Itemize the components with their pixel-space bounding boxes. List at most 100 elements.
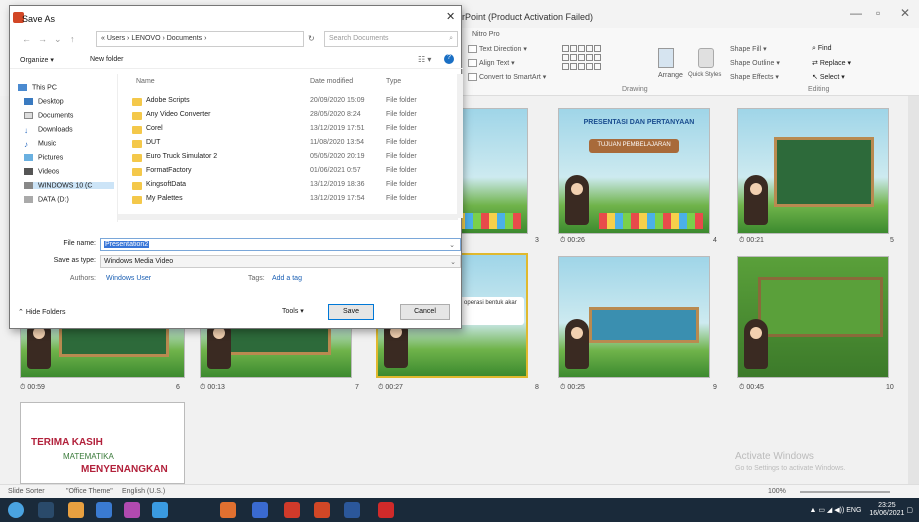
slide-timing: ⏱ 00:59 bbox=[20, 384, 45, 391]
list-item[interactable]: FormatFactory 01/06/2021 0:57 File folder bbox=[124, 166, 454, 178]
list-item[interactable]: Any Video Converter 28/05/2020 8:24 File f… bbox=[124, 110, 454, 122]
help-icon[interactable]: ? bbox=[444, 54, 454, 64]
column-header-type[interactable]: Type bbox=[386, 78, 401, 85]
forward-icon[interactable]: → bbox=[38, 34, 47, 44]
file-list-scrollbar[interactable] bbox=[457, 74, 463, 218]
folder-icon bbox=[132, 112, 142, 120]
character-image bbox=[565, 319, 589, 369]
find-button[interactable]: ⌕ Find bbox=[812, 45, 832, 53]
text-direction-button[interactable]: Text Direction ▾ bbox=[468, 45, 527, 54]
select-button[interactable]: ↖ Select ▾ bbox=[812, 73, 845, 81]
sidebar-item-videos[interactable]: Videos bbox=[24, 168, 59, 175]
word-icon[interactable] bbox=[344, 502, 360, 518]
search-input[interactable]: Search Documents ⌕ bbox=[324, 31, 458, 47]
slide-thumbnail[interactable] bbox=[558, 256, 710, 378]
authors-field[interactable]: Windows User bbox=[106, 275, 151, 282]
filename-label: File name: bbox=[63, 240, 96, 247]
taskbar: ▲ ▭ ◢ ◀)) ENG 23:25 16/06/2021 ▢ bbox=[0, 498, 919, 522]
sidebar-item-music[interactable]: ♪ Music bbox=[24, 140, 56, 149]
quick-styles-button[interactable]: Quick Styles bbox=[688, 72, 724, 78]
sidebar-item-downloads[interactable]: ↓ Downloads bbox=[24, 126, 73, 135]
breadcrumb: « Users › LENOVO › Documents › bbox=[101, 35, 207, 42]
replace-button[interactable]: ⇄ Replace ▾ bbox=[812, 59, 851, 67]
cancel-button[interactable]: Cancel bbox=[400, 304, 450, 320]
convert-smartart-button[interactable]: Convert to SmartArt ▾ bbox=[468, 73, 546, 82]
chrome-icon[interactable] bbox=[284, 502, 300, 518]
save-as-dialog: Save As ✕ ← → ⌄ ↑ « Users › LENOVO › Doc… bbox=[9, 5, 463, 329]
view-options-icon[interactable]: ☷ ▾ bbox=[418, 55, 431, 64]
list-item[interactable]: Adobe Scripts 20/09/2020 15:09 File folder bbox=[124, 96, 454, 108]
list-item[interactable]: My Palettes 13/12/2019 17:54 File folder bbox=[124, 194, 454, 206]
sidebar-item-windows-drive[interactable]: WINDOWS 10 (C bbox=[24, 182, 114, 190]
align-text-button[interactable]: Align Text ▾ bbox=[468, 59, 515, 68]
slide-thumbnail[interactable]: PRESENTASI DAN PERTANYAAN TUJUAN PEMBELAJ… bbox=[558, 108, 710, 234]
refresh-icon[interactable]: ↻ bbox=[308, 34, 315, 43]
close-icon[interactable]: ✕ bbox=[446, 10, 455, 23]
notification-icon[interactable]: ▢ bbox=[906, 507, 913, 514]
app-icon[interactable] bbox=[124, 502, 140, 518]
shapes-gallery[interactable] bbox=[562, 45, 602, 72]
minimize-icon[interactable]: — bbox=[850, 6, 862, 20]
slide-timing: ⏱ 00:26 bbox=[560, 237, 585, 244]
shape-fill-button[interactable]: Shape Fill ▾ bbox=[730, 45, 767, 53]
app-icon[interactable] bbox=[220, 502, 236, 518]
sidebar-item-this-pc[interactable]: This PC bbox=[18, 84, 57, 91]
clock[interactable]: 23:25 16/06/2021 bbox=[869, 502, 904, 518]
chevron-down-icon[interactable]: ⌄ bbox=[448, 241, 456, 249]
list-item[interactable]: Corel 13/12/2019 17:51 File folder bbox=[124, 124, 454, 136]
maximize-icon[interactable]: ▫ bbox=[876, 6, 880, 20]
shape-outline-button[interactable]: Shape Outline ▾ bbox=[730, 59, 780, 67]
horizontal-scrollbar[interactable] bbox=[118, 214, 458, 220]
app-icon[interactable] bbox=[252, 502, 268, 518]
slide-thumbnail[interactable] bbox=[737, 108, 889, 234]
filename-input[interactable]: Presentation2 ⌄ bbox=[100, 238, 461, 251]
sidebar-item-data-drive[interactable]: DATA (D:) bbox=[24, 196, 69, 203]
input-language[interactable]: ENG bbox=[846, 507, 861, 514]
sidebar-item-pictures[interactable]: Pictures bbox=[24, 154, 63, 161]
sidebar-item-documents[interactable]: Documents bbox=[24, 112, 73, 119]
new-folder-button[interactable]: New folder bbox=[90, 56, 123, 63]
list-item[interactable]: Euro Truck Simulator 2 05/05/2020 20:19 Fi… bbox=[124, 152, 454, 164]
up-icon[interactable]: ↑ bbox=[70, 34, 75, 44]
documents-icon bbox=[24, 112, 33, 119]
app-icon[interactable] bbox=[152, 502, 168, 518]
slide-timing: ⏱ 00:27 bbox=[378, 384, 403, 391]
app-icon[interactable] bbox=[96, 502, 112, 518]
save-as-type-select[interactable]: Windows Media Video ⌄ bbox=[100, 255, 461, 268]
zoom-slider[interactable] bbox=[800, 491, 890, 493]
vertical-scrollbar[interactable] bbox=[908, 96, 919, 484]
column-header-name[interactable]: Name bbox=[136, 78, 155, 85]
computer-icon bbox=[18, 84, 27, 91]
column-header-date[interactable]: Date modified bbox=[310, 78, 353, 85]
organize-button[interactable]: Organize ▾ bbox=[20, 56, 54, 64]
network-icon[interactable]: ▲ ▭ ◢ ◀)) bbox=[809, 507, 844, 514]
address-bar[interactable]: « Users › LENOVO › Documents › bbox=[96, 31, 304, 47]
slide-thumbnail[interactable]: TERIMA KASIH MATEMATIKA MENYENANGKAN bbox=[20, 402, 185, 484]
save-button[interactable]: Save bbox=[328, 304, 374, 320]
download-icon: ↓ bbox=[24, 126, 28, 135]
list-item[interactable]: KingsoftData 13/12/2019 18:36 File folder bbox=[124, 180, 454, 192]
tags-label: Tags: bbox=[248, 275, 265, 282]
pdf-icon[interactable] bbox=[378, 502, 394, 518]
folder-icon bbox=[132, 182, 142, 190]
arrange-button[interactable]: Arrange bbox=[658, 72, 683, 79]
app-icon[interactable] bbox=[68, 502, 84, 518]
shape-effects-button[interactable]: Shape Effects ▾ bbox=[730, 73, 779, 81]
search-icon[interactable] bbox=[38, 502, 54, 518]
drive-icon bbox=[24, 182, 33, 189]
arrange-icon bbox=[658, 48, 674, 68]
close-window-icon[interactable]: ✕ bbox=[900, 6, 910, 20]
sidebar-item-desktop[interactable]: Desktop bbox=[24, 98, 64, 105]
hide-folders-button[interactable]: ⌃ Hide Folders bbox=[18, 308, 66, 316]
back-icon[interactable]: ← bbox=[22, 34, 31, 44]
list-item[interactable]: DUT 11/08/2020 13:54 File folder bbox=[124, 138, 454, 150]
tags-field[interactable]: Add a tag bbox=[272, 275, 302, 282]
chevron-down-icon[interactable]: ⌄ bbox=[54, 34, 62, 45]
powerpoint-icon[interactable] bbox=[314, 502, 330, 518]
folder-icon bbox=[132, 196, 142, 204]
tools-button[interactable]: Tools ▾ bbox=[282, 307, 304, 315]
file-list: Name Date modified Type Adobe Scripts 20/… bbox=[124, 74, 456, 222]
slide-thumbnail[interactable] bbox=[737, 256, 889, 378]
start-icon[interactable] bbox=[8, 502, 24, 518]
tab-nitro-pro[interactable]: Nitro Pro bbox=[472, 31, 500, 38]
